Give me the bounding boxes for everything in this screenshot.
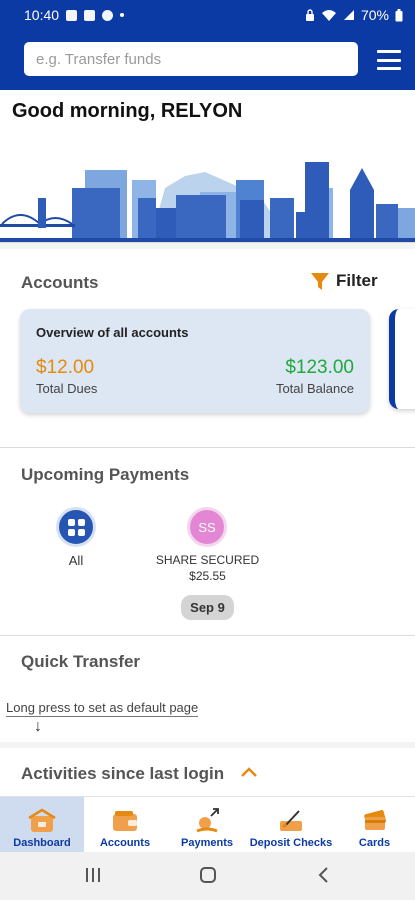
divider	[0, 635, 415, 636]
notification-icon	[66, 9, 78, 21]
section-gap	[0, 243, 415, 249]
accounts-title: Accounts	[21, 273, 99, 292]
download-icon	[102, 9, 114, 21]
upcoming-payments-title: Upcoming Payments	[21, 465, 190, 484]
nav-label-dashboard: Dashboard	[13, 837, 71, 849]
nav-cards[interactable]: Cards	[334, 797, 415, 853]
house-icon	[28, 808, 56, 832]
total-balance-label: Total Balance	[275, 381, 354, 396]
nav-label-payments: Payments	[181, 837, 233, 849]
status-right: 70%	[305, 7, 403, 23]
status-bar: 10:40 70%	[0, 0, 415, 30]
grid-icon	[67, 518, 85, 536]
payee-amount: $25.55	[189, 569, 226, 583]
total-balance-value: $123.00	[285, 357, 354, 378]
bottom-navigation: Dashboard Accounts Payments Deposit Chec…	[0, 796, 415, 853]
nav-label-deposit-checks: Deposit Checks	[249, 837, 333, 849]
payment-date-badge: Sep 9	[181, 595, 234, 620]
hamburger-menu-icon[interactable]	[377, 50, 401, 70]
all-payments-button[interactable]	[56, 507, 96, 547]
search-input[interactable]	[24, 42, 358, 76]
quick-transfer-title: Quick Transfer	[21, 652, 141, 671]
wallet-icon	[113, 811, 137, 831]
overview-title: Overview of all accounts	[36, 325, 189, 340]
filter-icon	[311, 273, 329, 290]
city-skyline-illustration	[0, 162, 415, 242]
system-navigation-bar	[0, 852, 415, 900]
divider	[0, 447, 415, 448]
payments-icon	[196, 808, 219, 833]
chevron-up-icon[interactable]	[240, 766, 258, 778]
gallery-icon	[84, 9, 96, 21]
back-icon[interactable]	[316, 866, 332, 884]
filter-button[interactable]: Filter	[310, 271, 378, 291]
total-dues-value: $12.00	[36, 357, 95, 378]
accounts-overview-card[interactable]: Overview of all accounts $12.00 Total Du…	[20, 309, 370, 413]
nav-accounts[interactable]: Accounts	[84, 797, 166, 853]
next-account-card[interactable]	[389, 309, 415, 409]
nav-deposit-checks[interactable]: Deposit Checks	[248, 797, 334, 853]
default-page-hint[interactable]: Long press to set as default page	[6, 700, 199, 717]
battery-percent: 70%	[360, 7, 389, 23]
app-bar	[0, 30, 415, 90]
status-time: 10:40	[24, 7, 60, 23]
all-payments-label: All	[68, 553, 84, 568]
arrow-down-icon: ↓	[34, 718, 42, 735]
nav-payments[interactable]: Payments	[166, 797, 248, 853]
total-dues-label: Total Dues	[36, 381, 98, 396]
more-notifications-icon	[120, 13, 125, 17]
home-icon[interactable]	[199, 866, 217, 884]
lock-icon	[305, 9, 314, 21]
battery-icon	[395, 8, 403, 21]
section-gap	[0, 742, 415, 748]
nav-dashboard[interactable]: Dashboard	[0, 797, 84, 853]
activities-title: Activities since last login	[21, 764, 225, 783]
status-left: 10:40	[24, 7, 125, 23]
filter-label: Filter	[336, 271, 378, 290]
greeting: Good morning, RELYON	[12, 100, 243, 122]
check-deposit-icon	[280, 810, 302, 831]
payee-name: SHARE SECURED	[155, 553, 260, 567]
payee-avatar[interactable]: SS	[187, 507, 227, 547]
nav-label-accounts: Accounts	[99, 837, 151, 849]
wifi-icon	[321, 10, 336, 21]
nav-label-cards: Cards	[358, 837, 391, 849]
signal-icon	[343, 10, 354, 20]
cards-icon	[363, 810, 386, 830]
recent-apps-icon[interactable]	[84, 866, 102, 884]
